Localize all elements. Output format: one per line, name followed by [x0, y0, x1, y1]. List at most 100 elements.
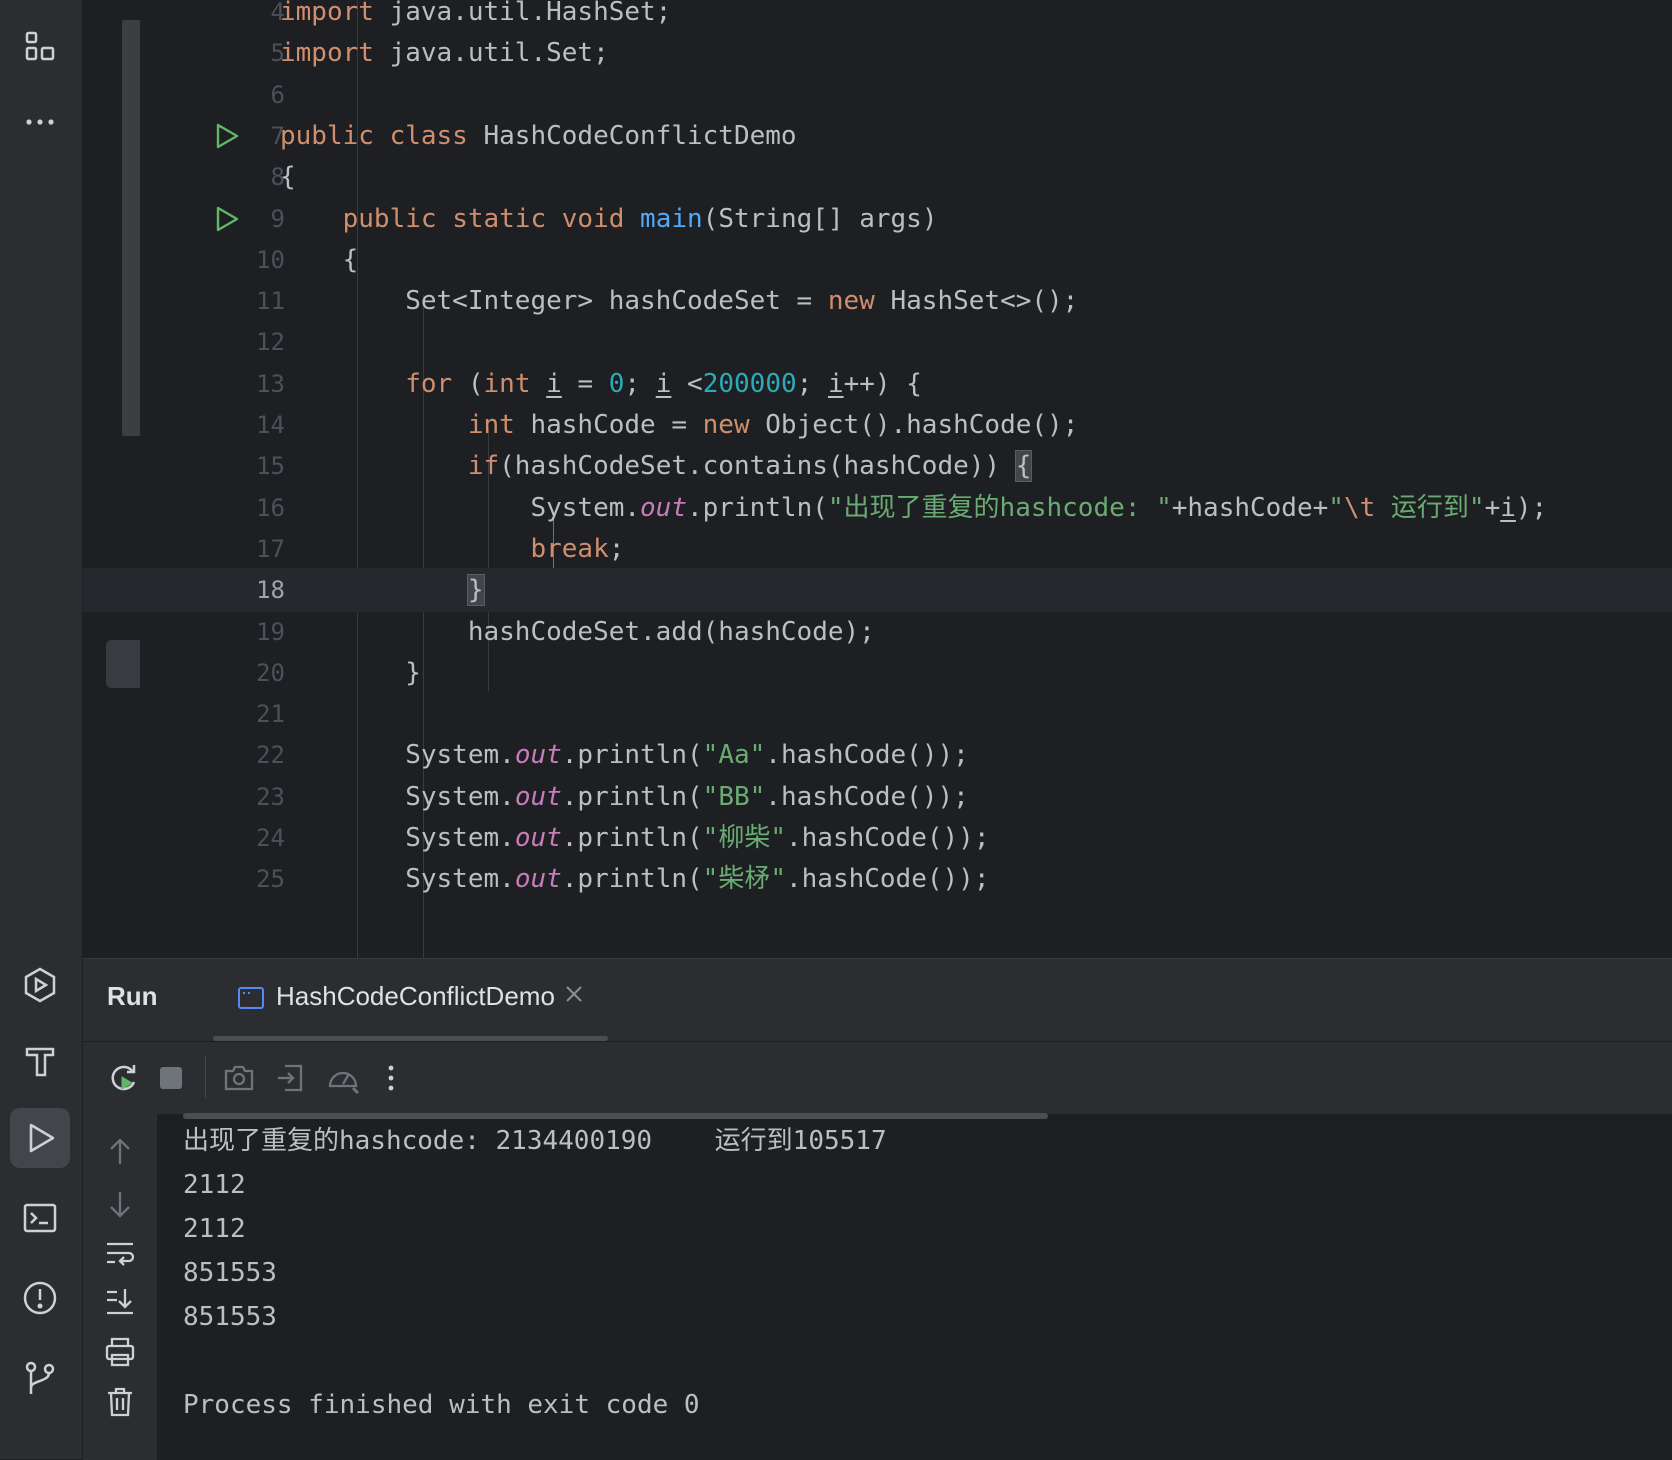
code-line[interactable]: 22 System.out.println("Aa".hashCode()); [83, 733, 1672, 777]
run-gutter-icon[interactable] [213, 205, 241, 233]
line-number: 23 [256, 782, 285, 811]
code-line[interactable]: 19 hashCodeSet.add(hashCode); [83, 610, 1672, 654]
run-icon [29, 1123, 55, 1153]
run-gutter-icon[interactable] [213, 122, 241, 150]
code-line[interactable]: 12 [83, 320, 1672, 364]
code-text: { [280, 162, 296, 193]
code-text: System.out.println("Aa".hashCode()); [280, 740, 969, 771]
code-text: System.out.println("柴柕".hashCode()); [280, 864, 990, 895]
code-text: System.out.println("出现了重复的hashcode: "+ha… [280, 492, 1548, 523]
code-line[interactable]: 16 System.out.println("出现了重复的hashcode: "… [83, 486, 1672, 530]
code-line[interactable]: 14 int hashCode = new Object().hashCode(… [83, 403, 1672, 447]
code-text: System.out.println("柳柴".hashCode()); [280, 823, 990, 853]
rerun-icon[interactable] [105, 1060, 141, 1096]
toolbar-separator [205, 1056, 206, 1098]
line-number: 11 [256, 287, 285, 316]
code-text: System.out.println("BB".hashCode()); [280, 781, 969, 812]
trash-icon[interactable] [103, 1385, 137, 1419]
code-line[interactable]: 6 [83, 73, 1672, 117]
problems-button[interactable] [10, 1268, 70, 1328]
line-number: 19 [256, 617, 285, 646]
structure-button[interactable] [10, 16, 70, 76]
services-icon [24, 967, 56, 1003]
soft-wrap-icon[interactable] [103, 1237, 137, 1271]
line-number: 8 [270, 163, 285, 192]
code-line[interactable]: 18 } [83, 568, 1672, 613]
code-line[interactable]: 11 Set<Integer> hashCodeSet = new HashSe… [83, 279, 1672, 323]
code-line[interactable]: 20 } [83, 651, 1672, 695]
line-number: 6 [270, 80, 285, 109]
run-title: Run [107, 981, 158, 1011]
run-tab-hashcodeconflictdemo[interactable]: HashCodeConflictDemo [213, 959, 608, 1041]
code-text: if(hashCodeSet.contains(hashCode)) { [467, 450, 1033, 483]
camera-icon[interactable] [221, 1060, 257, 1096]
arrow-down-icon[interactable] [103, 1187, 137, 1221]
code-line[interactable]: 13 for (int i = 0; i <200000; i++) { [83, 362, 1672, 406]
code-line[interactable]: 23 System.out.println("BB".hashCode()); [83, 775, 1672, 819]
build-button[interactable] [10, 1031, 70, 1091]
code-editor[interactable]: 4 import java.util.HashSet; 5 import java.u… [83, 0, 1672, 958]
code-line[interactable]: 9 public static void main(String[] args) [83, 197, 1672, 241]
code-text: hashCodeSet.add(hashCode); [280, 616, 875, 647]
run-tool-window: Run HashCodeConflictDemo 出现了重复的hashcode:… [83, 958, 1672, 1460]
line-number: 24 [256, 824, 285, 852]
console-line: 851553 [183, 1302, 277, 1332]
structure-icon [25, 31, 55, 61]
build-icon [25, 1047, 55, 1077]
code-line[interactable]: 5 import java.util.Set; [83, 31, 1672, 75]
scroll-to-end-icon[interactable] [103, 1285, 137, 1319]
print-icon[interactable] [103, 1335, 137, 1369]
code-line[interactable]: 21 [83, 692, 1672, 736]
line-number: 15 [256, 452, 285, 481]
line-number: 25 [256, 865, 285, 894]
code-line[interactable]: 24 System.out.println("柳柴".hashCode()); [83, 816, 1672, 860]
close-icon[interactable] [563, 983, 585, 1005]
git-icon [25, 1361, 55, 1394]
line-number: 20 [256, 658, 285, 687]
code-line[interactable]: 17 break; [83, 527, 1672, 571]
profiler-icon[interactable] [325, 1060, 361, 1096]
left-tool-strip [0, 0, 83, 1459]
code-text: { [280, 244, 359, 275]
line-number: 4 [270, 0, 285, 26]
code-text: for (int i = 0; i <200000; i++) { [405, 368, 922, 399]
code-text: } [280, 657, 421, 688]
problems-icon [23, 1281, 57, 1315]
console-icon [238, 987, 264, 1009]
code-text: Set<Integer> hashCodeSet = new HashSet<>… [280, 286, 1079, 317]
line-number: 14 [256, 411, 285, 439]
code-line[interactable]: 15 if(hashCodeSet.contains(hashCode)) { [83, 444, 1672, 488]
services-button[interactable] [10, 955, 70, 1015]
arrow-up-icon[interactable] [103, 1135, 137, 1169]
code-line[interactable]: 10 { [83, 238, 1672, 282]
code-text: import java.util.Set; [280, 38, 609, 69]
more-options-icon[interactable] [373, 1060, 409, 1096]
line-number: 16 [256, 493, 285, 522]
code-text: public static void main(String[] args) [342, 203, 938, 234]
run-toolwindow-button[interactable] [10, 1108, 70, 1168]
stop-icon[interactable] [153, 1060, 189, 1096]
code-line[interactable]: 25 System.out.println("柴柕".hashCode()); [83, 857, 1672, 901]
restore-layout-icon[interactable] [273, 1060, 309, 1096]
more-icon [26, 119, 54, 125]
run-toolbar [83, 1041, 1672, 1114]
line-number: 21 [256, 700, 285, 729]
console-line: 2112 [183, 1214, 246, 1244]
terminal-button[interactable] [10, 1188, 70, 1248]
console-side-toolbar [83, 1113, 157, 1460]
terminal-icon [23, 1203, 57, 1233]
code-line[interactable]: 8{ [83, 155, 1672, 199]
run-header: Run HashCodeConflictDemo [83, 959, 1672, 1041]
code-text: break; [530, 533, 625, 564]
code-line[interactable]: 7 public class HashCodeConflictDemo [83, 114, 1672, 158]
code-text: int hashCode = new Object().hashCode(); [467, 410, 1079, 440]
line-number: 22 [256, 741, 285, 770]
code-line[interactable]: 4 import java.util.HashSet; [83, 0, 1672, 34]
line-number: 17 [256, 534, 285, 563]
code-text: } [466, 574, 485, 607]
more-tools-button[interactable] [10, 92, 70, 152]
console-line: Process finished with exit code 0 [183, 1390, 700, 1420]
git-button[interactable] [10, 1348, 70, 1408]
run-tab-label: HashCodeConflictDemo [276, 981, 555, 1011]
console-output[interactable]: 出现了重复的hashcode: 2134400190 运行到105517 2112… [183, 1119, 887, 1427]
